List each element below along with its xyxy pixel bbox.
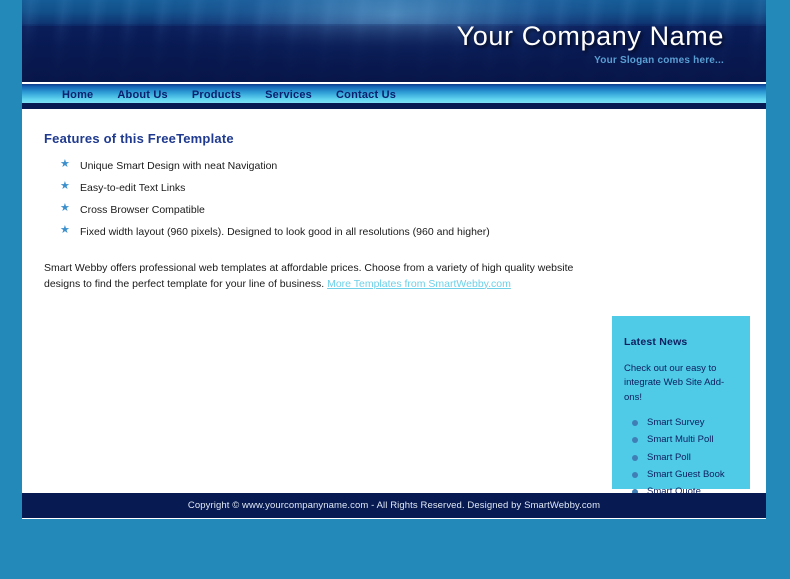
company-name: Your Company Name [456,21,724,51]
nav-item-contact-us[interactable]: Contact Us [336,85,396,103]
latest-news-heading: Latest News [624,336,688,348]
list-item[interactable]: Smart Guest Book [624,469,740,480]
list-item: ★ Fixed width layout (960 pixels). Desig… [44,224,584,239]
latest-news-text: Check out our easy to integrate Web Site… [624,363,725,403]
feature-label: Fixed width layout (960 pixels). Designe… [80,226,490,239]
latest-news-panel: Latest News Check out our easy to integr… [612,316,750,497]
nav-list: Home About Us Products Services Contact … [22,84,766,103]
star-icon: ★ [60,224,70,237]
news-item-label: Smart Guest Book [647,468,725,480]
list-item[interactable]: Smart Multi Poll [624,434,740,445]
site-header-banner: Your Company Name Your Slogan comes here… [22,0,766,82]
page-container: Your Company Name Your Slogan comes here… [22,0,766,519]
more-templates-link[interactable]: More Templates from SmartWebby.com [327,278,511,290]
list-item: ★ Unique Smart Design with neat Navigati… [44,158,584,173]
company-slogan: Your Slogan comes here... [594,55,724,67]
news-item-label: Smart Poll [647,451,691,463]
page-title: Features of this FreeTemplate [44,131,234,146]
main-column: Features of this FreeTemplate ★ Unique S… [44,131,584,292]
intro-paragraph: Smart Webby offers professional web temp… [44,260,584,293]
site-footer: Copyright © www.yourcompanyname.com - Al… [22,493,766,518]
nav-item-products[interactable]: Products [192,85,241,103]
news-item-label: Smart Survey [647,416,705,428]
nav-item-services[interactable]: Services [265,85,312,103]
bullet-dot-icon [632,419,638,426]
bullet-dot-icon [632,437,638,444]
main-navigation: Home About Us Products Services Contact … [22,84,766,103]
feature-list: ★ Unique Smart Design with neat Navigati… [44,158,584,240]
news-item-label: Smart Multi Poll [647,434,714,446]
star-icon: ★ [60,180,70,193]
nav-link-home[interactable]: Home [62,89,93,101]
feature-label: Cross Browser Compatible [80,204,205,217]
feature-label: Easy-to-edit Text Links [80,182,186,195]
bullet-dot-icon [632,454,638,461]
list-item[interactable]: Smart Poll [624,452,740,463]
list-item: ★ Cross Browser Compatible [44,202,584,217]
nav-link-about-us[interactable]: About Us [117,89,167,101]
star-icon: ★ [60,202,70,215]
list-item: ★ Easy-to-edit Text Links [44,180,584,195]
latest-news-list: Smart Survey Smart Multi Poll Smart Poll… [624,417,740,498]
list-item[interactable]: Smart Survey [624,417,740,428]
copyright-text: Copyright © www.yourcompanyname.com - Al… [187,500,601,511]
content-area: Features of this FreeTemplate ★ Unique S… [22,109,766,497]
nav-link-services[interactable]: Services [265,89,312,101]
star-icon: ★ [60,158,70,170]
nav-link-products[interactable]: Products [192,89,241,101]
latest-news-inner: Latest News Check out our easy to integr… [612,316,750,498]
bullet-dot-icon [632,471,638,478]
nav-item-about-us[interactable]: About Us [117,85,167,103]
nav-item-home[interactable]: Home [62,85,93,103]
header-text-block: Your Company Name Your Slogan comes here… [456,21,724,67]
feature-label: Unique Smart Design with neat Navigation [80,160,278,172]
nav-link-contact-us[interactable]: Contact Us [336,89,396,101]
